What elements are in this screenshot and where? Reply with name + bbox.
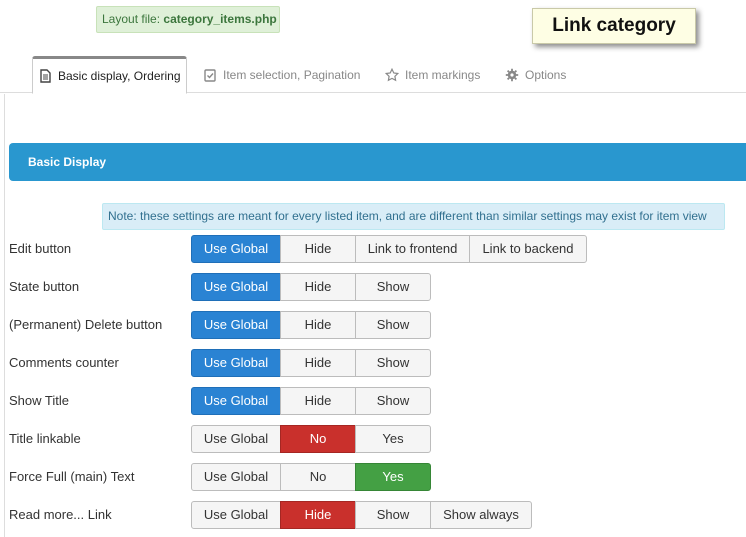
option-button-group: Use Global Hide Show (191, 311, 431, 339)
setting-label: Comments counter (9, 355, 119, 370)
option-yes-button[interactable]: Yes (355, 425, 431, 453)
tab-item-selection[interactable]: Item selection, Pagination (203, 56, 360, 93)
content-panel-border (4, 94, 5, 537)
option-button-group: Use Global Hide Link to frontend Link to ba… (191, 235, 587, 263)
option-show-button[interactable]: Show (355, 387, 431, 415)
setting-label: Show Title (9, 393, 69, 408)
setting-label: Title linkable (9, 431, 81, 446)
tab-bar: Basic display, Ordering Item selection, … (0, 56, 746, 94)
setting-row-permanent-delete-button: (Permanent) Delete button Use Global Hide S… (9, 311, 746, 339)
option-button-group: Use Global Hide Show (191, 349, 431, 377)
checklist-icon (204, 68, 216, 82)
document-icon (40, 69, 51, 83)
tab-basic-display[interactable]: Basic display, Ordering (32, 56, 187, 94)
option-use-global-button[interactable]: Use Global (191, 273, 281, 301)
tab-label: Item selection, Pagination (223, 67, 361, 82)
star-icon (385, 67, 399, 81)
setting-row-read-more-link: Read more... Link Use Global Hide Show Show … (9, 501, 746, 529)
option-button-group: Use Global Hide Show (191, 387, 431, 415)
setting-label: Read more... Link (9, 507, 112, 522)
option-button-group: Use Global No Yes (191, 463, 431, 491)
option-use-global-button[interactable]: Use Global (191, 235, 281, 263)
option-hide-button[interactable]: Hide (280, 387, 356, 415)
setting-label: (Permanent) Delete button (9, 317, 163, 332)
gear-icon (505, 68, 519, 81)
tab-label: Item markings (405, 67, 481, 82)
option-show-button[interactable]: Show (355, 311, 431, 339)
layout-file-badge: Layout file: category_items.php (96, 6, 280, 33)
option-use-global-button[interactable]: Use Global (191, 463, 281, 491)
option-hide-button[interactable]: Hide (280, 349, 356, 377)
setting-row-comments-counter: Comments counter Use Global Hide Show (9, 349, 746, 377)
option-hide-button[interactable]: Hide (280, 501, 356, 529)
page-title: Link category (532, 8, 696, 44)
setting-label: Edit button (9, 241, 72, 256)
layout-file-prefix: Layout file: (102, 12, 161, 26)
option-button-group: Use Global Hide Show (191, 273, 431, 301)
setting-row-title-linkable: Title linkable Use Global No Yes (9, 425, 746, 453)
option-no-button[interactable]: No (280, 463, 356, 491)
setting-row-state-button: State button Use Global Hide Show (9, 273, 746, 301)
tab-label: Options (525, 67, 567, 82)
setting-row-show-title: Show Title Use Global Hide Show (9, 387, 746, 415)
option-yes-button[interactable]: Yes (355, 463, 431, 491)
option-use-global-button[interactable]: Use Global (191, 387, 281, 415)
option-hide-button[interactable]: Hide (280, 235, 356, 263)
option-use-global-button[interactable]: Use Global (191, 349, 281, 377)
option-hide-button[interactable]: Hide (280, 311, 356, 339)
option-no-button[interactable]: No (280, 425, 356, 453)
setting-row-edit-button: Edit button Use Global Hide Link to fronten… (9, 235, 746, 263)
setting-label: Force Full (main) Text (9, 469, 135, 484)
option-button-group: Use Global No Yes (191, 425, 431, 453)
option-use-global-button[interactable]: Use Global (191, 311, 281, 339)
section-header-basic-display[interactable]: Basic Display (9, 143, 746, 181)
option-show-button[interactable]: Show (355, 349, 431, 377)
option-use-global-button[interactable]: Use Global (191, 425, 281, 453)
option-button-group: Use Global Hide Show Show always (191, 501, 532, 529)
layout-file-name: category_items.php (163, 12, 277, 26)
option-show-button[interactable]: Show (355, 501, 431, 529)
tab-item-markings[interactable]: Item markings (385, 56, 480, 93)
option-hide-button[interactable]: Hide (280, 273, 356, 301)
option-link-to-frontend-button[interactable]: Link to frontend (355, 235, 470, 263)
option-show-always-button[interactable]: Show always (430, 501, 532, 529)
option-show-button[interactable]: Show (355, 273, 431, 301)
setting-label: State button (9, 279, 80, 294)
info-note: Note: these settings are meant for every… (102, 203, 725, 230)
setting-row-force-full-main-text: Force Full (main) Text Use Global No Yes (9, 463, 746, 491)
tab-options[interactable]: Options (505, 56, 566, 93)
option-link-to-backend-button[interactable]: Link to backend (469, 235, 587, 263)
option-use-global-button[interactable]: Use Global (191, 501, 281, 529)
tab-label: Basic display, Ordering (58, 69, 181, 83)
